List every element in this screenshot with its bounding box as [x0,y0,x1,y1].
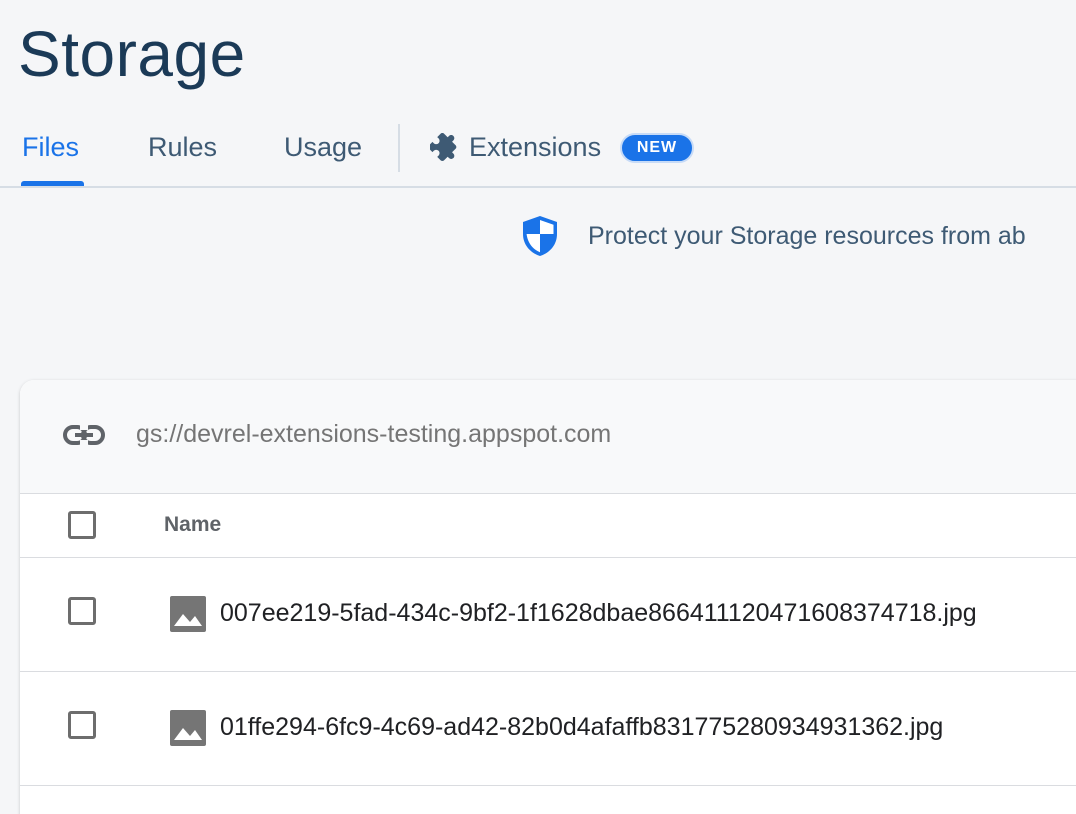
bucket-path[interactable]: gs://devrel-extensions-testing.appspot.c… [136,420,611,449]
row-checkbox[interactable] [68,711,96,739]
page-title: Storage [18,18,246,90]
row-checkbox[interactable] [68,597,96,625]
tab-files[interactable]: Files [22,130,79,164]
image-file-icon [170,596,206,632]
link-icon[interactable] [62,420,106,450]
puzzle-icon[interactable] [430,132,460,162]
table-header: Name [20,494,1076,558]
file-name[interactable]: 007ee219-5fad-434c-9bf2-1f1628dbae866411… [220,599,977,628]
file-name[interactable]: 01ffe294-6fc9-4c69-ad42-82b0d4afaffb8317… [220,713,943,742]
tab-usage[interactable]: Usage [284,130,362,164]
shield-icon [523,216,557,256]
tab-divider [398,124,400,172]
tab-bar: Files Rules Usage Extensions NEW [0,118,1076,188]
security-notice: Protect your Storage resources from ab [518,212,1076,262]
files-card: gs://devrel-extensions-testing.appspot.c… [20,380,1076,814]
tab-extensions[interactable]: Extensions [469,130,601,164]
new-badge: NEW [620,133,694,163]
column-header-name[interactable]: Name [164,513,221,537]
bucket-path-bar: gs://devrel-extensions-testing.appspot.c… [20,380,1076,494]
select-all-checkbox[interactable] [68,511,96,539]
tab-rules[interactable]: Rules [148,130,217,164]
active-tab-indicator [21,181,84,186]
table-row[interactable]: 01ffe294-6fc9-4c69-ad42-82b0d4afaffb8317… [20,672,1076,786]
image-file-icon [170,710,206,746]
table-row[interactable]: 007ee219-5fad-434c-9bf2-1f1628dbae866411… [20,558,1076,672]
storage-page: Storage Files Rules Usage Extensions NEW… [0,0,1076,814]
security-notice-text: Protect your Storage resources from ab [588,222,1026,250]
